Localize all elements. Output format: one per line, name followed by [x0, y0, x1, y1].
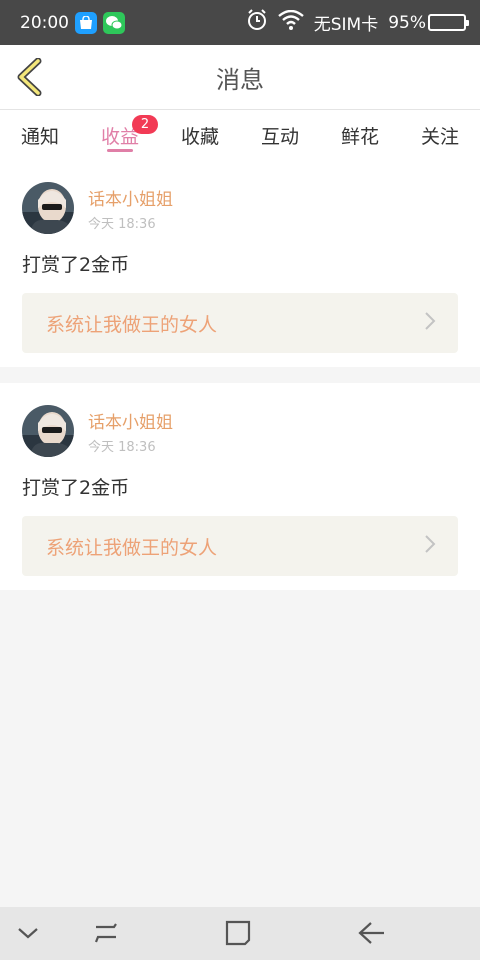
- active-tab-indicator: [107, 149, 133, 152]
- menu-icon: [94, 923, 117, 943]
- tab-label: 鲜花: [340, 125, 379, 148]
- message-text: 打赏了2金币: [22, 477, 130, 499]
- timestamp: 今天 18:36: [88, 439, 156, 455]
- book-link[interactable]: 系统让我做王的女人: [22, 516, 458, 576]
- wifi-icon: [277, 9, 304, 35]
- author-name[interactable]: 话本小姐姐: [88, 408, 173, 433]
- message-card: 话本小姐姐 今天 18:36 打赏了2金币 系统让我做王的女人: [0, 160, 480, 367]
- avatar[interactable]: [22, 405, 74, 457]
- book-title: 系统让我做王的女人: [46, 536, 218, 559]
- status-bar: 20:00 无SIM卡 95%: [0, 0, 480, 45]
- battery-icon: [428, 14, 469, 31]
- tab-bar: 通知 收益 2 收藏 互动 鲜花 关注: [0, 110, 480, 160]
- chevron-right-icon: [424, 311, 436, 335]
- header: 消息: [0, 45, 480, 110]
- message-card: 话本小姐姐 今天 18:36 打赏了2金币 系统让我做王的女人: [0, 383, 480, 590]
- unread-badge: 2: [132, 114, 158, 134]
- book-link[interactable]: 系统让我做王的女人: [22, 293, 458, 353]
- menu-nav-button[interactable]: [88, 915, 124, 951]
- battery-text: 95%: [388, 12, 426, 33]
- author-name[interactable]: 话本小姐姐: [88, 185, 173, 210]
- collapse-nav-button[interactable]: [10, 915, 46, 951]
- tab-label: 收藏: [180, 125, 219, 148]
- home-nav-button[interactable]: [220, 915, 256, 951]
- tab-label: 互动: [260, 125, 299, 148]
- tab-notifications[interactable]: 通知: [0, 110, 80, 160]
- chevron-left-icon: [17, 58, 42, 96]
- tab-favorites[interactable]: 收藏: [160, 110, 240, 160]
- avatar[interactable]: [22, 182, 74, 234]
- collapse-icon: [18, 928, 38, 939]
- message-list: 话本小姐姐 今天 18:36 打赏了2金币 系统让我做王的女人 话本小姐姐 今天…: [0, 160, 480, 606]
- alarm-icon: [246, 9, 268, 36]
- timestamp: 今天 18:36: [88, 216, 156, 232]
- carrier-text: 无SIM卡: [313, 15, 379, 35]
- home-icon: [225, 920, 251, 946]
- system-nav-bar: [0, 907, 480, 960]
- tab-interactions[interactable]: 互动: [240, 110, 320, 160]
- app-store-icon: [75, 11, 97, 34]
- book-title: 系统让我做王的女人: [46, 313, 218, 336]
- message-text: 打赏了2金币: [22, 254, 130, 276]
- back-icon: [358, 922, 384, 944]
- tab-earnings[interactable]: 收益 2: [80, 110, 160, 160]
- chevron-right-icon: [424, 534, 436, 558]
- tab-flowers[interactable]: 鲜花: [320, 110, 400, 160]
- back-nav-button[interactable]: [354, 915, 390, 951]
- tab-label-wrap: 收益 2: [101, 114, 158, 149]
- wechat-icon: [103, 11, 125, 34]
- tab-label: 关注: [420, 125, 459, 148]
- tab-label: 通知: [20, 125, 59, 148]
- page-title: 消息: [216, 65, 264, 94]
- tab-following[interactable]: 关注: [400, 110, 480, 160]
- status-time: 20:00: [20, 12, 69, 33]
- back-button[interactable]: [12, 57, 46, 97]
